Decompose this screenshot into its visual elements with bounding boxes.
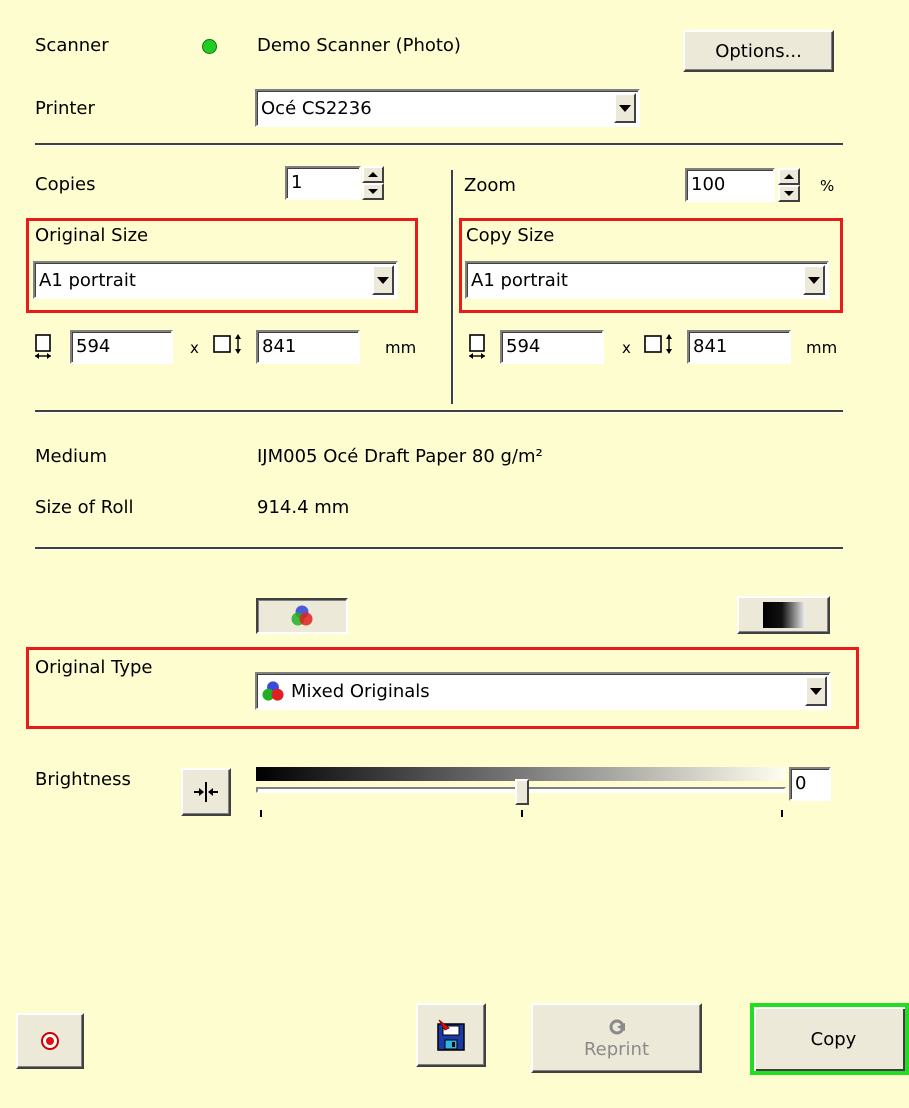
brightness-label: Brightness (35, 769, 131, 790)
copy-button-label: Copy (810, 1028, 857, 1050)
zoom-input[interactable]: 100 (685, 168, 775, 202)
tick-mark (260, 810, 262, 817)
copies-stepper[interactable] (362, 166, 384, 200)
grayscale-icon (762, 602, 805, 628)
copy-size-select[interactable]: A1 portrait (465, 261, 829, 299)
chevron-down-icon[interactable] (614, 93, 636, 123)
height-icon (644, 334, 672, 354)
brightness-slider-thumb[interactable] (515, 779, 529, 805)
copy-size-value: A1 portrait (471, 269, 568, 291)
copies-input[interactable]: 1 (285, 166, 361, 200)
width-icon (469, 334, 485, 359)
vertical-divider (451, 170, 454, 404)
spin-up-icon[interactable] (362, 166, 384, 183)
reprint-button[interactable]: Reprint (531, 1003, 702, 1073)
original-size-value: A1 portrait (39, 269, 136, 291)
original-size-select[interactable]: A1 portrait (33, 261, 398, 299)
brightness-input[interactable]: 0 (789, 767, 831, 801)
scanner-label: Scanner (35, 35, 109, 56)
options-button[interactable]: Options... (683, 30, 834, 72)
scanner-name: Demo Scanner (Photo) (257, 35, 461, 56)
roll-value: 914.4 mm (257, 497, 350, 518)
zoom-unit: % (820, 177, 835, 195)
zoom-label: Zoom (464, 175, 516, 196)
printer-select[interactable]: Océ CS2236 (255, 89, 640, 127)
spin-down-icon[interactable] (362, 183, 384, 200)
copy-button[interactable]: Copy (750, 1003, 909, 1075)
times-sign: x (622, 339, 631, 357)
rgb-circles-icon (291, 605, 313, 626)
spin-down-icon[interactable] (778, 185, 800, 202)
scanner-status-icon (202, 39, 217, 54)
save-job-button[interactable] (416, 1003, 486, 1067)
tick-mark (521, 810, 523, 817)
save-disk-icon (437, 1019, 465, 1051)
original-type-label: Original Type (35, 657, 153, 678)
reprint-label: Reprint (583, 1038, 650, 1060)
printer-label: Printer (35, 98, 95, 119)
copy-height-input[interactable]: 841 (687, 330, 791, 364)
reset-brightness-button[interactable] (181, 768, 231, 816)
printer-value: Océ CS2236 (261, 97, 372, 119)
zoom-stepper[interactable] (778, 168, 800, 202)
center-reset-icon (194, 782, 218, 802)
record-button[interactable] (16, 1013, 84, 1069)
options-button-label: Options... (715, 40, 802, 62)
chevron-down-icon[interactable] (803, 265, 825, 295)
copies-label: Copies (35, 174, 96, 195)
rgb-circles-icon (262, 681, 284, 701)
copy-width-input[interactable]: 594 (500, 330, 604, 364)
original-type-value: Mixed Originals (291, 680, 430, 702)
chevron-down-icon[interactable] (805, 676, 827, 706)
original-type-select[interactable]: Mixed Originals (255, 672, 831, 710)
reprint-icon (609, 1019, 625, 1034)
grayscale-mode-button[interactable] (737, 596, 830, 634)
roll-label: Size of Roll (35, 497, 134, 518)
color-mode-button[interactable] (256, 598, 348, 634)
copy-size-label: Copy Size (466, 225, 555, 246)
original-unit: mm (385, 338, 417, 357)
record-icon (41, 1032, 59, 1050)
divider (35, 547, 843, 550)
medium-label: Medium (35, 446, 107, 467)
times-sign: x (190, 339, 199, 357)
divider (35, 410, 843, 413)
width-icon (35, 334, 51, 359)
original-size-label: Original Size (35, 225, 149, 246)
copy-unit: mm (806, 338, 838, 357)
medium-value: IJM005 Océ Draft Paper 80 g/m² (257, 446, 543, 467)
original-width-input[interactable]: 594 (70, 330, 173, 364)
divider (35, 143, 843, 146)
spin-up-icon[interactable] (778, 168, 800, 185)
tick-mark (781, 810, 783, 817)
original-height-input[interactable]: 841 (256, 330, 360, 364)
height-icon (213, 334, 241, 354)
chevron-down-icon[interactable] (372, 265, 394, 295)
